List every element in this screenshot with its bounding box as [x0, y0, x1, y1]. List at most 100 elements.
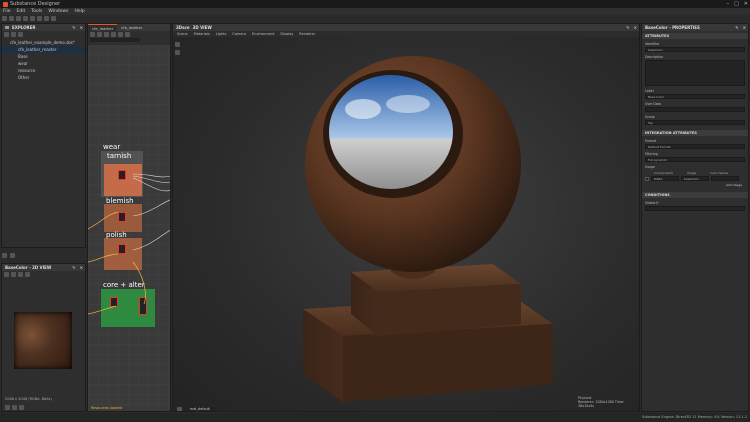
graph-node[interactable] — [118, 170, 126, 180]
pin-icon[interactable]: ✎ — [735, 24, 738, 31]
texture-preview[interactable] — [14, 312, 72, 369]
graph-node[interactable] — [139, 297, 147, 315]
section-attributes[interactable]: ATTRIBUTES — [642, 33, 748, 39]
graph-toolbar — [88, 31, 170, 45]
label-field[interactable]: Base Color — [645, 94, 745, 99]
channel-icon[interactable] — [11, 272, 16, 277]
panel-close-icon[interactable]: ✕ — [80, 24, 83, 31]
group-field[interactable]: Top — [645, 120, 745, 125]
section-integration[interactable]: INTEGRATION ATTRIBUTES — [642, 130, 748, 136]
format-select[interactable]: Default Format — [645, 144, 745, 149]
description-field[interactable] — [645, 60, 745, 86]
import-icon[interactable] — [23, 16, 28, 21]
new-graph-icon[interactable] — [4, 32, 9, 37]
view-2d-footer — [5, 405, 24, 410]
close-button[interactable]: ✕ — [744, 0, 748, 8]
view-2d-header: BaseColor - 2D VIEW ✎ ✕ — [2, 264, 85, 271]
tree-package[interactable]: cfe_leather_example_demo.sbs* — [2, 39, 85, 46]
export-icon[interactable] — [30, 16, 35, 21]
undo-icon[interactable] — [37, 16, 42, 21]
zoom-icon[interactable] — [5, 405, 10, 410]
material-select[interactable]: mat_default — [184, 407, 216, 411]
tree-folder-resource[interactable]: resource — [2, 67, 85, 74]
graph-status: Resources loaded — [91, 406, 122, 410]
graph-tool-icon[interactable] — [118, 32, 123, 37]
graph-tab-1[interactable]: cfe_leather — [88, 24, 118, 31]
open-icon[interactable] — [9, 16, 14, 21]
filtering-select[interactable]: Full pyramid — [645, 157, 745, 162]
graph-tool-icon[interactable] — [125, 32, 130, 37]
panel-close-icon[interactable]: ✕ — [80, 264, 83, 271]
settings-icon[interactable] — [51, 16, 56, 21]
add-folder-icon[interactable] — [11, 32, 16, 37]
app-logo-icon — [3, 1, 8, 7]
usage-col: Usage — [686, 171, 697, 175]
texture-info: 2048 x 2048 (RGBA, 8bits) — [5, 397, 52, 401]
properties-header: BaseColor - PROPERTIES ✎ ✕ — [642, 24, 748, 31]
filtering-label: Filtering — [645, 152, 658, 156]
tile-icon[interactable] — [18, 272, 23, 277]
menu-windows[interactable]: Windows — [48, 8, 68, 15]
graph-tool-icon[interactable] — [90, 32, 95, 37]
pin-icon[interactable]: ✎ — [72, 264, 75, 271]
graph-search-input[interactable] — [90, 38, 140, 42]
section-conditions[interactable]: CONDITIONS — [642, 192, 748, 198]
tree-folder-other[interactable]: Other — [2, 74, 85, 81]
alpha-icon[interactable] — [19, 405, 24, 410]
color-space-select[interactable] — [711, 176, 739, 181]
explorer-title: EXPLORER — [12, 25, 36, 30]
graph-panel[interactable]: cfe_leather cfe_leather wear tarnish ble… — [87, 23, 171, 412]
add-usage-button[interactable]: Add Usage — [642, 183, 748, 187]
app-title: Substance Designer — [10, 1, 61, 7]
user-data-field[interactable] — [645, 107, 745, 112]
panel-close-icon[interactable]: ✕ — [743, 24, 746, 31]
grid-icon[interactable] — [12, 405, 17, 410]
fit-icon[interactable] — [4, 272, 9, 277]
graph-tab-2[interactable]: cfe_leather — [117, 24, 146, 31]
frame-polish[interactable]: polish — [104, 231, 142, 270]
new-icon[interactable] — [2, 16, 7, 21]
menu-file[interactable]: File — [3, 8, 11, 15]
pin-icon[interactable]: ✎ — [72, 24, 75, 31]
view-3d-panel[interactable]: 3Dsce 3D VIEW ✎ ✕ Scene Materials Lights … — [172, 23, 640, 412]
frame-tarnish[interactable] — [104, 164, 142, 196]
identifier-field[interactable]: baseColor — [645, 47, 745, 52]
tree-folder-wear[interactable]: wear — [2, 60, 85, 67]
graph-node[interactable] — [118, 212, 126, 222]
graph-node[interactable] — [110, 297, 118, 307]
identifier-label: Identifier — [645, 42, 660, 46]
view-2d-panel: BaseColor - 2D VIEW ✎ ✕ 2048 x 2048 (RGBA… — [1, 263, 86, 412]
usage-columns: Components Usage Color Space — [642, 171, 748, 175]
explorer-tree: cfe_leather_example_demo.sbs* cfe_leathe… — [2, 39, 85, 81]
usage-checkbox[interactable] — [645, 177, 649, 181]
menu-help[interactable]: Help — [74, 8, 84, 15]
minimize-button[interactable]: – — [727, 0, 730, 8]
export-image-icon[interactable] — [25, 272, 30, 277]
folder-icon — [5, 26, 9, 29]
dependency-icon[interactable] — [2, 253, 7, 258]
redo-icon[interactable] — [44, 16, 49, 21]
graph-tool-icon[interactable] — [104, 32, 109, 37]
material-icon[interactable] — [177, 407, 182, 411]
visible-if-field[interactable] — [645, 206, 745, 211]
menu-tools[interactable]: Tools — [31, 8, 42, 15]
save-icon[interactable] — [16, 16, 21, 21]
format-label: Format — [645, 139, 657, 143]
tree-graph[interactable]: cfe_leather_master — [2, 46, 85, 53]
search-icon[interactable] — [18, 32, 23, 37]
graph-tool-icon[interactable] — [97, 32, 102, 37]
user-data-label: User Data — [645, 102, 661, 106]
frame-core-alter[interactable]: core + alter — [101, 281, 155, 327]
usage-select[interactable]: baseColor — [681, 176, 709, 181]
tree-folder-base[interactable]: Base — [2, 53, 85, 60]
usage-label: Usage — [645, 165, 655, 169]
frame-core-alter-label: core + alter — [103, 281, 145, 289]
graph-tool-icon[interactable] — [111, 32, 116, 37]
visible-if-label: Visible If — [645, 201, 659, 205]
graph-node[interactable] — [118, 244, 126, 254]
menu-edit[interactable]: Edit — [17, 8, 26, 15]
frame-blemish[interactable]: blemish — [104, 197, 142, 232]
components-select[interactable]: RGBA — [651, 176, 679, 181]
library-icon[interactable] — [10, 253, 15, 258]
maximize-button[interactable]: □ — [734, 0, 739, 8]
